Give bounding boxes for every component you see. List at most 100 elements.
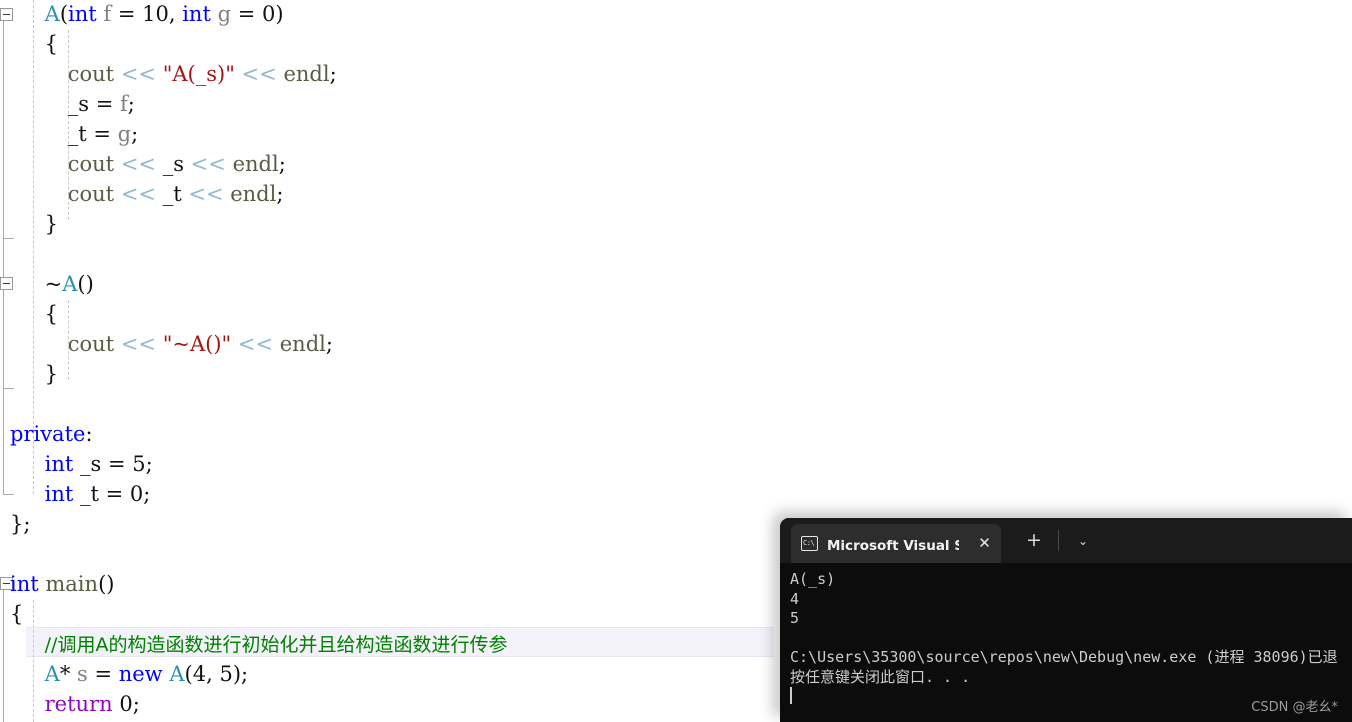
terminal-tab-bar[interactable]: C:\ Microsoft Visual Studio 调试控 ✕ + ⌄: [780, 518, 1352, 563]
code-line[interactable]: cout << _t << endl;: [0, 179, 1352, 209]
code-token: ;: [132, 692, 140, 716]
code-token: <<: [188, 182, 224, 206]
code-token: main: [45, 572, 99, 596]
code-line[interactable]: {: [0, 29, 1352, 59]
code-token: int: [44, 452, 74, 476]
code-token: ;: [145, 452, 153, 476]
code-token: f: [103, 2, 112, 26]
code-line[interactable]: _s = f;: [0, 89, 1352, 119]
code-token: =: [98, 482, 130, 506]
code-token: endl: [279, 332, 326, 356]
code-token: _t: [162, 182, 182, 206]
code-token: 5: [132, 452, 146, 476]
code-line[interactable]: int _s = 5;: [0, 449, 1352, 479]
console-icon: C:\: [801, 536, 818, 551]
code-token: };: [10, 512, 31, 536]
terminal-tab-active[interactable]: C:\ Microsoft Visual Studio 调试控 ✕: [791, 524, 1001, 563]
terminal-line: 5: [790, 609, 800, 627]
code-token: *: [59, 662, 77, 686]
close-icon[interactable]: ✕: [977, 536, 992, 551]
code-token: ,: [206, 662, 220, 686]
code-token: =: [87, 662, 119, 686]
code-line[interactable]: [0, 389, 1352, 419]
code-token: "A(_s)": [162, 62, 235, 86]
code-token: 5: [219, 662, 233, 686]
code-token: );: [232, 662, 249, 686]
code-line[interactable]: cout << "~A()" << endl;: [0, 329, 1352, 359]
code-token: <<: [120, 182, 157, 206]
code-token: "~A()": [162, 332, 232, 356]
terminal-line: A(_s): [790, 570, 836, 588]
code-line[interactable]: }: [0, 209, 1352, 239]
code-token: g: [217, 2, 232, 26]
code-token: (: [184, 662, 193, 686]
terminal-line: 按任意键关闭此窗口. . .: [790, 667, 971, 686]
chevron-down-icon[interactable]: ⌄: [1072, 531, 1094, 551]
code-line[interactable]: A(int f = 10, int g = 0): [0, 0, 1352, 29]
code-token: new: [118, 662, 163, 686]
code-line[interactable]: _t = g;: [0, 119, 1352, 149]
code-token: 0: [262, 2, 276, 26]
code-token: (: [59, 2, 69, 26]
code-line[interactable]: cout << _s << endl;: [0, 149, 1352, 179]
code-line[interactable]: int _t = 0;: [0, 479, 1352, 509]
code-token: return: [44, 692, 113, 716]
code-token: ;: [276, 182, 284, 206]
code-token: (): [77, 272, 94, 296]
code-token: }: [44, 212, 59, 236]
code-token: {: [10, 602, 24, 626]
code-token: <<: [120, 152, 157, 176]
code-token: endl: [232, 152, 279, 176]
code-line[interactable]: }: [0, 359, 1352, 389]
code-token: ;: [329, 62, 337, 86]
code-token: int: [44, 482, 74, 506]
code-token: ;: [131, 122, 139, 146]
code-token: int: [182, 2, 211, 26]
code-token: <<: [237, 332, 274, 356]
code-token: <<: [241, 62, 277, 86]
code-token: {: [44, 302, 59, 326]
code-token: cout: [67, 332, 115, 356]
code-token: cout: [67, 62, 115, 86]
code-token: 0: [119, 692, 133, 716]
code-line[interactable]: ~A(): [0, 269, 1352, 299]
code-token: private: [10, 422, 86, 446]
code-line[interactable]: {: [0, 299, 1352, 329]
terminal-tab-title: Microsoft Visual Studio 调试控: [827, 537, 959, 554]
code-token: 4: [192, 662, 207, 686]
code-token: <<: [120, 332, 157, 356]
terminal-output[interactable]: A(_s) 4 5 C:\Users\35300\source\repos\new\…: [780, 563, 1352, 722]
code-token: f: [119, 92, 128, 116]
code-token: _t: [80, 482, 99, 506]
terminal-output-lines: A(_s) 4 5 C:\Users\35300\source\repos\new\…: [790, 570, 1352, 687]
tabbar-divider: [1058, 530, 1059, 551]
code-line[interactable]: private:: [0, 419, 1352, 449]
code-token: cout: [67, 182, 115, 206]
new-tab-button[interactable]: +: [1023, 530, 1045, 552]
code-token: endl: [230, 182, 277, 206]
code-token: g: [117, 122, 132, 146]
code-line[interactable]: [0, 239, 1352, 269]
terminal-line: C:\Users\35300\source\repos\new\Debug\ne…: [790, 648, 1338, 666]
code-token: =: [111, 2, 143, 26]
code-token: //调用A的构造函数进行初始化并且给构造函数进行传参: [44, 634, 508, 656]
terminal-line: 4: [790, 589, 800, 608]
debug-console-window[interactable]: C:\ Microsoft Visual Studio 调试控 ✕ + ⌄ A(…: [780, 518, 1352, 722]
code-token: :: [85, 422, 93, 446]
code-token: <<: [190, 152, 226, 176]
code-line[interactable]: cout << "A(_s)" << endl;: [0, 59, 1352, 89]
